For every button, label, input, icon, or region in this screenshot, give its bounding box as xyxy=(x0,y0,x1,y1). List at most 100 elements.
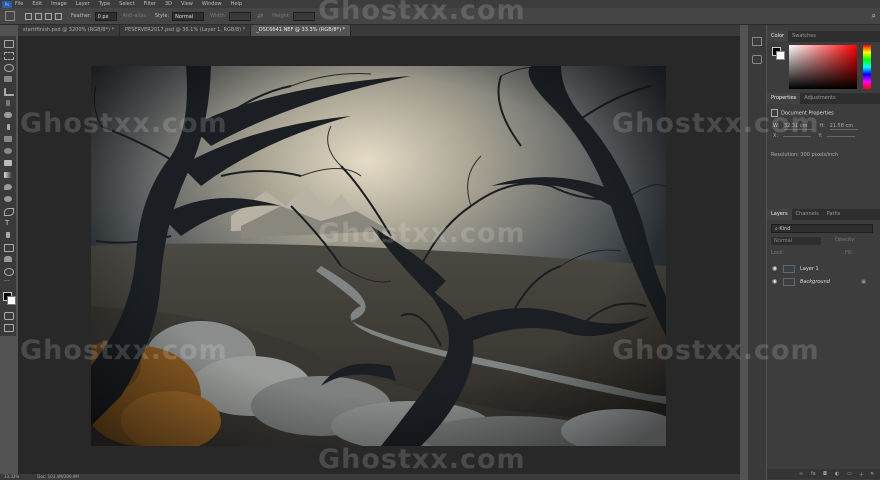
tab-layers[interactable]: Layers xyxy=(767,209,792,220)
rectangle-tool-icon[interactable] xyxy=(4,244,14,252)
menu-help[interactable]: Help xyxy=(231,1,242,7)
fx-icon[interactable]: fx xyxy=(811,471,816,477)
tab-adjustments[interactable]: Adjustments xyxy=(800,93,839,104)
search-icon[interactable]: ⌕ xyxy=(872,11,876,21)
watermark: Ghostxx.com xyxy=(20,335,228,366)
intersect-selection-icon[interactable] xyxy=(55,12,62,20)
type-tool-icon[interactable]: T xyxy=(5,220,13,227)
clone-stamp-tool-icon[interactable] xyxy=(4,136,12,142)
layers-footer: ∞ fx ◘ ◐ ▭ ＋ ✕ xyxy=(767,469,880,479)
menu-3d[interactable]: 3D xyxy=(165,1,172,7)
blur-tool-icon[interactable] xyxy=(4,184,12,190)
menu-view[interactable]: View xyxy=(181,1,193,7)
eyedropper-tool-icon[interactable] xyxy=(6,100,10,106)
history-brush-tool-icon[interactable] xyxy=(4,148,12,154)
watermark: Ghostxx.com xyxy=(318,444,526,475)
new-layer-icon[interactable]: ＋ xyxy=(859,471,864,478)
subtract-selection-icon[interactable] xyxy=(45,12,52,20)
menu-layer[interactable]: Layer xyxy=(76,1,90,7)
trash-icon[interactable]: ✕ xyxy=(870,471,874,477)
layer-name: Layer 1 xyxy=(800,266,819,272)
layer-thumbnail xyxy=(783,278,795,286)
doc-size: Doc: 103.4M/206.9M xyxy=(37,474,79,479)
height-input[interactable] xyxy=(293,11,316,21)
menu-window[interactable]: Window xyxy=(202,1,222,7)
style-select[interactable]: Normal xyxy=(172,11,205,21)
healing-brush-tool-icon[interactable] xyxy=(4,112,12,118)
swap-icon[interactable]: ⇄ xyxy=(257,12,263,20)
feather-input[interactable]: 0 px xyxy=(94,11,117,21)
history-panel-icon[interactable] xyxy=(752,37,762,46)
properties-panel-tabs: Properties Adjustments xyxy=(767,93,880,104)
layer-thumbnail xyxy=(783,265,795,273)
marquee-preset-icon[interactable] xyxy=(5,11,15,21)
document-tabs: starttfinish.psd @ 3200% (RGB/8*) * PESE… xyxy=(18,25,740,36)
eraser-tool-icon[interactable] xyxy=(4,160,12,166)
quick-mask-icon[interactable] xyxy=(4,312,14,320)
lock-label: Lock: xyxy=(771,250,785,256)
tab-properties[interactable]: Properties xyxy=(767,93,801,104)
actions-panel-icon[interactable] xyxy=(752,55,762,64)
resolution-text: Resolution: 300 pixels/inch xyxy=(771,152,839,158)
menu-type[interactable]: Type xyxy=(99,1,110,7)
screen-mode-icon[interactable] xyxy=(4,324,14,332)
height-label: Height: xyxy=(272,13,291,19)
menu-filter[interactable]: Filter xyxy=(144,1,156,7)
doc-height-value[interactable]: 21.58 cm xyxy=(829,123,858,130)
adjustment-icon[interactable]: ◐ xyxy=(835,471,839,477)
photoshop-logo-icon: Ps xyxy=(2,0,12,8)
folder-icon[interactable]: ▭ xyxy=(847,471,852,477)
menu-file[interactable]: File xyxy=(15,1,23,7)
layer-filter-select[interactable]: ⌕ Kind xyxy=(771,224,873,233)
tab-peserver[interactable]: PESERVER2017.psd @ 36.1% (Layer 1, RGB/8… xyxy=(120,25,252,36)
hue-slider[interactable] xyxy=(863,45,871,89)
eye-icon[interactable]: ◉ xyxy=(772,276,777,288)
eye-icon[interactable]: ◉ xyxy=(772,263,777,275)
link-icon[interactable]: ∞ xyxy=(799,471,803,477)
hand-tool-icon[interactable] xyxy=(4,256,12,262)
opacity-label: Opacity: xyxy=(835,237,856,243)
zoom-tool-icon[interactable] xyxy=(4,268,14,276)
tab-swatches[interactable]: Swatches xyxy=(788,31,820,42)
watermark: Ghostxx.com xyxy=(318,218,526,249)
blend-mode-select[interactable]: Normal xyxy=(771,237,821,245)
tab-dsc6641[interactable]: _DSC6641.NEF @ 33.3% (RGB/8*) * xyxy=(251,25,352,36)
width-input[interactable] xyxy=(229,11,252,21)
watermark: Ghostxx.com xyxy=(318,0,526,26)
lasso-tool-icon[interactable] xyxy=(4,64,14,72)
tab-color[interactable]: Color xyxy=(767,31,789,42)
tab-channels[interactable]: Channels xyxy=(792,209,823,220)
background-color-icon[interactable] xyxy=(7,296,16,305)
more-tools-icon[interactable]: ··· xyxy=(4,279,12,286)
mask-icon[interactable]: ◘ xyxy=(823,471,827,477)
move-tool-icon[interactable] xyxy=(4,40,14,48)
fill-label: Fill: xyxy=(845,250,854,256)
gradient-tool-icon[interactable] xyxy=(4,172,12,178)
brush-tool-icon[interactable] xyxy=(7,124,10,130)
tools-panel: T ··· xyxy=(0,36,16,336)
color-picker-field[interactable] xyxy=(789,45,857,89)
marquee-tool-icon[interactable] xyxy=(4,52,14,60)
watermark: Ghostxx.com xyxy=(20,108,228,139)
doc-y-input[interactable] xyxy=(826,136,855,137)
zoom-level[interactable]: 33.33% xyxy=(4,474,19,480)
tab-startfinish[interactable]: starttfinish.psd @ 3200% (RGB/8*) * xyxy=(18,25,121,36)
background-swatch[interactable] xyxy=(776,51,785,60)
antialias-label[interactable]: Anti-alias xyxy=(123,13,146,19)
right-panels: Color Swatches Properties Adjustments Do… xyxy=(767,25,880,480)
collapsed-panels-strip xyxy=(748,25,766,480)
layer-row[interactable]: ◉ Background ▣ xyxy=(767,276,880,288)
layer-row[interactable]: ◉ Layer 1 xyxy=(767,263,880,275)
dodge-tool-icon[interactable] xyxy=(4,196,12,202)
quick-select-tool-icon[interactable] xyxy=(4,76,12,82)
lock-icon: ▣ xyxy=(861,279,866,285)
menu-select[interactable]: Select xyxy=(119,1,134,7)
tab-paths[interactable]: Paths xyxy=(823,209,845,220)
crop-tool-icon[interactable] xyxy=(4,88,14,96)
pen-tool-icon[interactable] xyxy=(4,208,14,216)
path-selection-tool-icon[interactable] xyxy=(6,232,10,238)
menu-image[interactable]: Image xyxy=(51,1,67,7)
new-selection-icon[interactable] xyxy=(25,12,32,20)
menu-edit[interactable]: Edit xyxy=(32,1,42,7)
add-selection-icon[interactable] xyxy=(35,12,42,20)
